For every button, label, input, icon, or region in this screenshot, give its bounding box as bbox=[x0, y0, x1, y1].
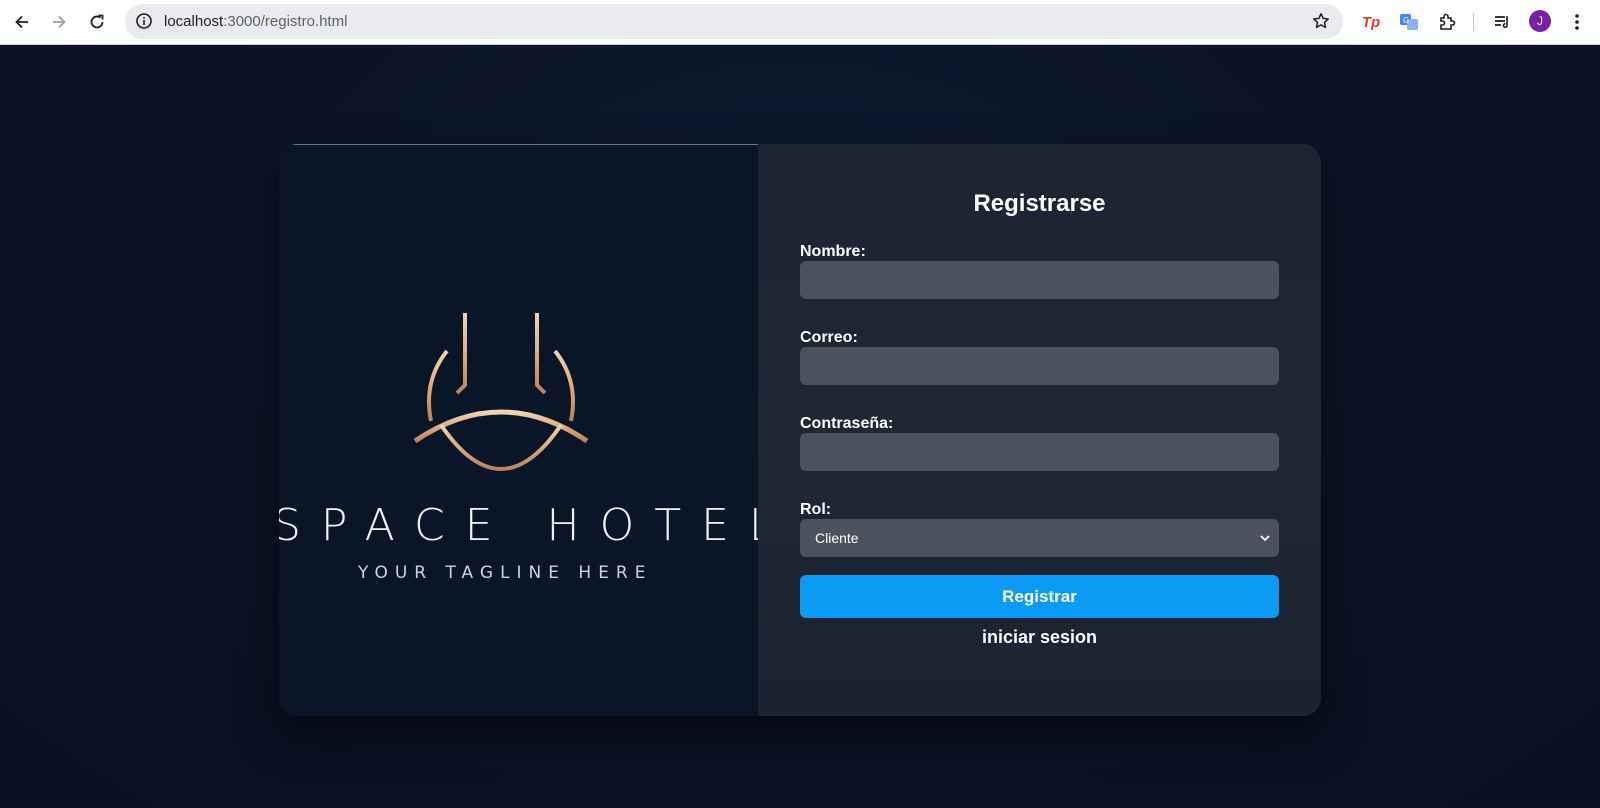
role-selected-value: Cliente bbox=[815, 530, 859, 546]
hotel-logo-icon bbox=[413, 275, 589, 471]
browser-toolbar: localhost:3000/registro.html Tp G J bbox=[0, 0, 1600, 45]
forward-button[interactable] bbox=[45, 8, 73, 36]
email-label: Correo: bbox=[800, 329, 858, 346]
profile-avatar[interactable]: J bbox=[1529, 10, 1551, 32]
register-card: SPACE HOTEL YOUR TAGLINE HERE Registrars… bbox=[279, 144, 1321, 716]
site-info-icon[interactable] bbox=[134, 11, 154, 31]
forward-arrow-icon bbox=[53, 15, 66, 29]
reload-button[interactable] bbox=[83, 8, 111, 36]
brand-panel: SPACE HOTEL YOUR TAGLINE HERE bbox=[279, 144, 773, 716]
role-select[interactable]: Cliente bbox=[800, 519, 1279, 557]
reload-icon bbox=[90, 14, 104, 29]
svg-text:G: G bbox=[1403, 16, 1409, 25]
page-background: SPACE HOTEL YOUR TAGLINE HERE Registrars… bbox=[0, 45, 1600, 808]
url-text: localhost:3000/registro.html bbox=[164, 13, 348, 30]
reading-list-icon[interactable] bbox=[1490, 10, 1514, 34]
more-menu-icon[interactable] bbox=[1565, 10, 1589, 34]
password-label: Contraseña: bbox=[800, 415, 894, 432]
puzzle-extension-icon[interactable] bbox=[1435, 10, 1459, 34]
password-input[interactable] bbox=[800, 433, 1279, 471]
register-form: Registrarse Nombre: Correo: Contraseña: … bbox=[758, 144, 1321, 716]
address-bar[interactable]: localhost:3000/registro.html bbox=[125, 4, 1343, 39]
back-button[interactable] bbox=[8, 8, 36, 36]
brand-name: SPACE HOTEL bbox=[279, 500, 794, 551]
login-link[interactable]: iniciar sesion bbox=[758, 627, 1321, 648]
tp-extension-icon[interactable]: Tp bbox=[1359, 10, 1383, 34]
chevron-down-icon bbox=[1260, 535, 1270, 542]
back-arrow-icon bbox=[15, 15, 28, 29]
name-label: Nombre: bbox=[800, 243, 866, 260]
toolbar-divider bbox=[1473, 13, 1474, 31]
role-label: Rol: bbox=[800, 501, 832, 518]
email-input[interactable] bbox=[800, 347, 1279, 385]
name-input[interactable] bbox=[800, 261, 1279, 299]
translate-extension-icon[interactable]: G bbox=[1397, 10, 1421, 34]
register-button[interactable]: Registrar bbox=[800, 575, 1279, 618]
bookmark-star-icon[interactable] bbox=[1311, 11, 1331, 31]
form-title: Registrarse bbox=[973, 190, 1106, 217]
brand-tagline: YOUR TAGLINE HERE bbox=[358, 563, 653, 583]
